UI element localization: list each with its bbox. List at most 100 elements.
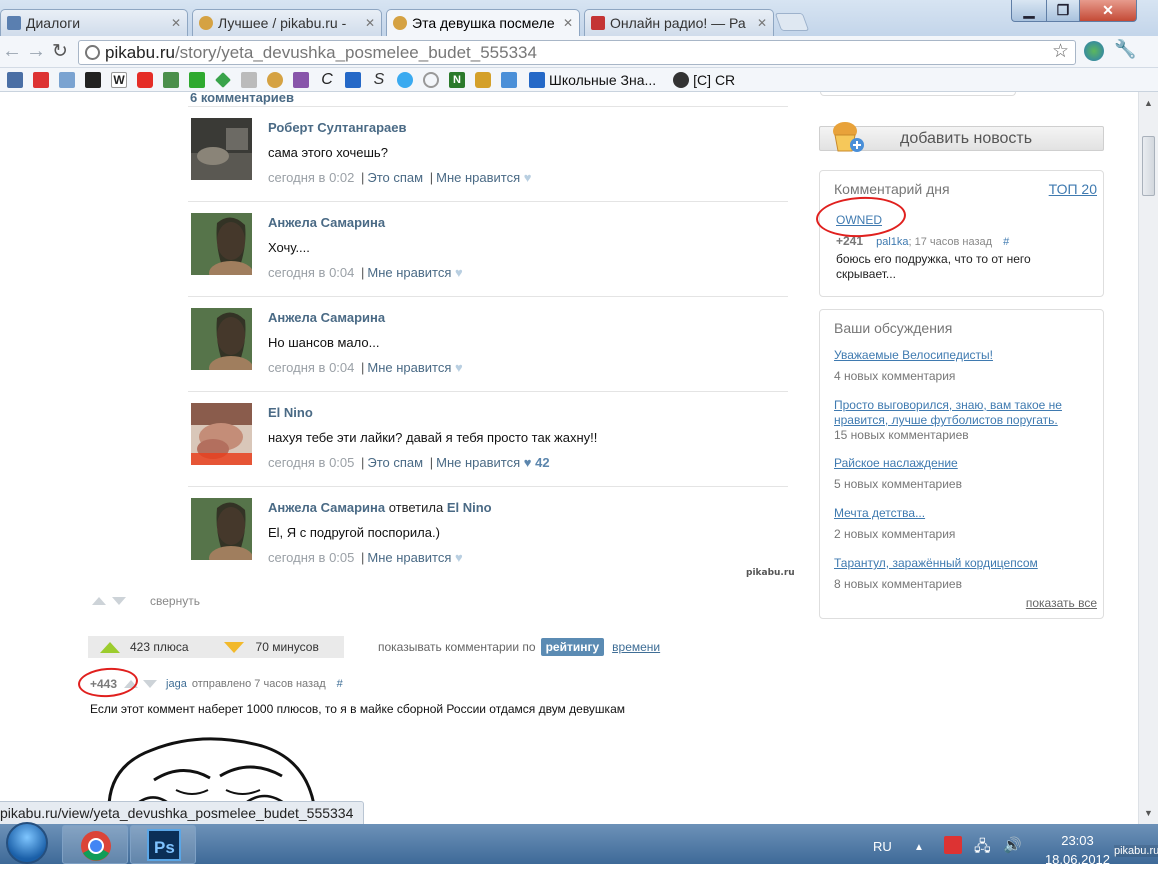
vote-down-arrow-icon[interactable]	[143, 680, 158, 688]
maximize-button[interactable]: ❐	[1046, 0, 1080, 22]
vote-down-arrow-icon[interactable]	[112, 597, 126, 605]
network-tray-icon[interactable]: 🖧	[974, 836, 991, 861]
like-link[interactable]: Мне нравится	[367, 360, 451, 375]
close-tab-icon[interactable]: ✕	[563, 16, 573, 30]
dialogs-favicon-icon	[7, 16, 21, 30]
bookmark-star-icon[interactable]: ☆	[1052, 40, 1069, 63]
close-window-button[interactable]: ✕	[1079, 0, 1137, 22]
comment-author[interactable]: El Nino	[268, 405, 313, 420]
antivirus-tray-icon[interactable]	[944, 836, 962, 854]
close-tab-icon[interactable]: ✕	[757, 16, 767, 30]
bookmark-icon[interactable]	[423, 71, 439, 88]
top20-link[interactable]: ТОП 20	[1049, 181, 1097, 197]
wrench-icon[interactable]: 🔧	[1114, 39, 1136, 59]
bookmark-icon[interactable]	[33, 71, 49, 88]
show-all-link[interactable]: показать все	[1026, 596, 1097, 610]
bookmark-icon[interactable]: S	[371, 71, 387, 88]
comment-author[interactable]: Анжела Самарина	[268, 215, 385, 230]
comment-of-day-user[interactable]: pal1ka	[876, 236, 908, 248]
spam-link[interactable]: Это спам	[367, 170, 423, 185]
vote-up-arrow-icon[interactable]	[92, 597, 106, 605]
bookmark-icon[interactable]	[241, 71, 257, 88]
comment-author[interactable]: Роберт Султангараев	[268, 120, 407, 135]
heart-icon[interactable]: ♥	[455, 265, 463, 280]
bookmark-icon[interactable]	[7, 71, 23, 88]
heart-icon[interactable]: ♥	[455, 550, 463, 565]
avatar[interactable]	[191, 403, 252, 465]
forward-arrow-icon[interactable]: →	[26, 40, 46, 63]
plus-arrow-icon[interactable]	[100, 641, 120, 653]
scroll-down-icon[interactable]: ▼	[1144, 808, 1153, 818]
bookmark-cr[interactable]: [C] CR	[668, 71, 735, 88]
tab-online-radio[interactable]: Онлайн радио! — Ра ✕	[584, 9, 774, 36]
tab-current-story[interactable]: Эта девушка посмеле ✕	[386, 9, 580, 36]
comment-author-name[interactable]: Анжела Самарина	[268, 500, 385, 515]
bookmark-icon[interactable]: N	[449, 71, 465, 88]
avatar[interactable]	[191, 498, 252, 560]
discussion-link[interactable]: Просто выговорился, знаю, вам такое не н…	[834, 398, 1094, 428]
scroll-up-icon[interactable]: ▲	[1144, 98, 1153, 108]
tab-pikabu-best[interactable]: Лучшее / pikabu.ru - ✕	[192, 9, 382, 36]
minimize-button[interactable]: ▁	[1011, 0, 1047, 22]
address-bar[interactable]: pikabu.ru/story/yeta_devushka_posmelee_b…	[78, 40, 1076, 65]
like-link[interactable]: Мне нравится	[367, 550, 451, 565]
sort-by-rating-button[interactable]: рейтингу	[540, 638, 605, 656]
heart-icon[interactable]: ♥	[455, 360, 463, 375]
close-tab-icon[interactable]: ✕	[171, 16, 181, 30]
tray-expand-icon[interactable]: ▲	[914, 842, 924, 853]
wikipedia-icon[interactable]: W	[111, 71, 127, 88]
back-arrow-icon[interactable]: ←	[2, 40, 22, 63]
bookmark-icon[interactable]	[189, 71, 205, 88]
bookmark-icon[interactable]	[59, 71, 75, 88]
like-link[interactable]: Мне нравится	[436, 170, 520, 185]
discussions-title: Ваши обсуждения	[834, 320, 953, 336]
like-link[interactable]: Мне нравится	[367, 265, 451, 280]
like-link[interactable]: Мне нравится	[436, 455, 520, 470]
youtube-icon[interactable]	[137, 71, 153, 88]
bookmark-icon[interactable]	[345, 71, 361, 88]
avatar[interactable]	[191, 308, 252, 370]
language-indicator[interactable]: RU	[873, 839, 892, 854]
bookmark-icon[interactable]	[475, 71, 491, 88]
avatar[interactable]	[191, 118, 252, 180]
pikabu-bookmark-icon[interactable]	[267, 71, 283, 88]
minus-arrow-icon[interactable]	[223, 641, 244, 653]
vertical-scrollbar[interactable]: ▲ ▼	[1138, 92, 1158, 824]
start-button[interactable]	[6, 822, 48, 864]
comment-sort-row: показывать комментарии по рейтингу време…	[378, 638, 660, 656]
discussion-link[interactable]: Райское наслаждение	[834, 456, 1094, 471]
twitter-icon[interactable]	[397, 71, 413, 88]
extension-icon[interactable]	[1084, 41, 1104, 61]
sort-by-time-link[interactable]: времени	[612, 640, 660, 654]
permalink-hash[interactable]: #	[1003, 236, 1009, 248]
comment-author[interactable]: Анжела Самарина	[268, 310, 385, 325]
collapse-link[interactable]: свернуть	[150, 594, 200, 608]
bookmark-icon[interactable]	[163, 71, 179, 88]
tab-dialogs[interactable]: Диалоги ✕	[0, 9, 188, 36]
close-tab-icon[interactable]: ✕	[365, 16, 375, 30]
reply-to-author[interactable]: El Nino	[447, 500, 492, 515]
taskbar-clock[interactable]: 23:03 18.06.2012	[1040, 831, 1115, 869]
bookmark-icon[interactable]	[501, 71, 517, 88]
chrome-taskbar-button[interactable]	[62, 825, 128, 864]
spam-link[interactable]: Это спам	[367, 455, 423, 470]
bookmark-icon[interactable]: C	[319, 71, 335, 88]
discussion-link[interactable]: Мечта детства...	[834, 506, 1094, 521]
heart-icon[interactable]: ♥	[524, 170, 532, 185]
bookmark-school[interactable]: Школьные Зна...	[524, 71, 656, 88]
comment-user-link[interactable]: jaga	[166, 678, 187, 690]
volume-tray-icon[interactable]: 🔊	[1003, 836, 1022, 854]
comment-item: El Nino нахуя тебе эти лайки? давай я те…	[188, 391, 788, 486]
bookmark-icon[interactable]	[85, 71, 101, 88]
reload-icon[interactable]: ↻	[52, 40, 68, 63]
bookmark-icon[interactable]	[215, 71, 231, 88]
discussion-link[interactable]: Уважаемые Велосипедисты!	[834, 348, 1094, 363]
permalink-hash[interactable]: #	[337, 678, 343, 690]
bookmark-icon[interactable]	[293, 71, 309, 88]
scrollbar-thumb[interactable]	[1142, 136, 1155, 196]
photoshop-taskbar-button[interactable]: Ps	[130, 825, 196, 864]
new-tab-button[interactable]	[774, 13, 810, 31]
heart-icon[interactable]: ♥	[524, 455, 532, 470]
discussion-link[interactable]: Тарантул, заражённый кордицепсом	[834, 556, 1094, 571]
avatar[interactable]	[191, 213, 252, 275]
